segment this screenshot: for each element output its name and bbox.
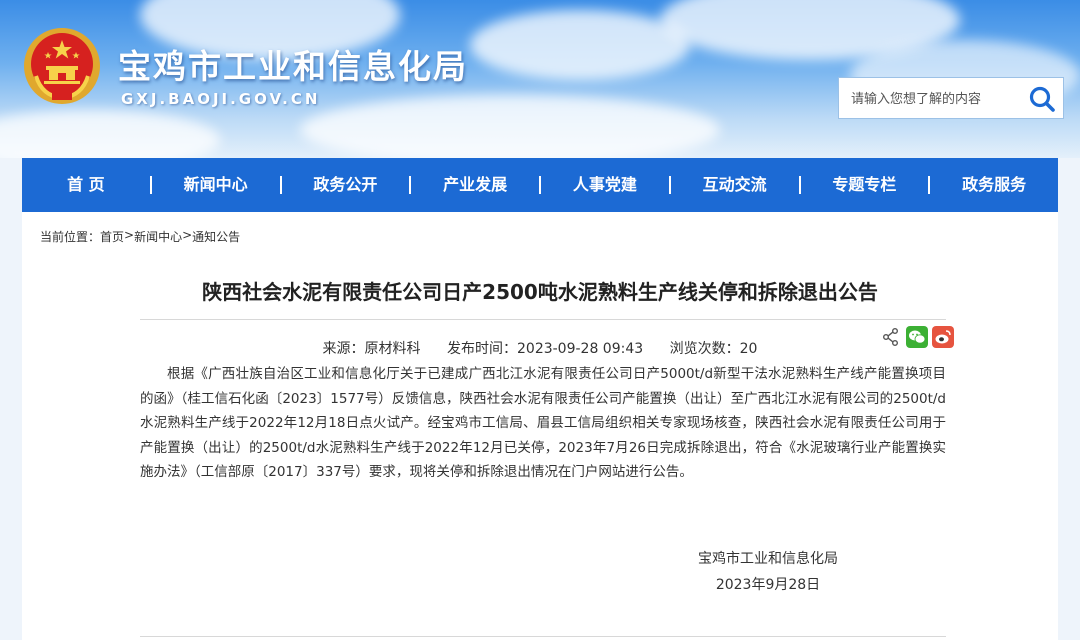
breadcrumb-separator: > (124, 228, 135, 242)
search-icon[interactable] (1027, 84, 1057, 114)
nav-item-interaction[interactable]: 互动交流 (671, 158, 799, 212)
breadcrumb-news[interactable]: 新闻中心 (134, 228, 182, 245)
share-icon[interactable] (880, 326, 902, 348)
breadcrumb: 当前位置： 首页 > 新闻中心 > 通知公告 (40, 228, 240, 245)
nav-item-party-building[interactable]: 人事党建 (541, 158, 669, 212)
article-publish-time: 发布时间：2023-09-28 09:43 (447, 341, 644, 357)
article-source: 来源：原材料科 (322, 341, 421, 357)
search-input[interactable] (851, 88, 1021, 110)
signature-date: 2023年9月28日 (715, 577, 821, 593)
bottom-divider (140, 636, 946, 637)
site-title[interactable]: 宝鸡市工业和信息化局 (118, 40, 468, 88)
cloud-decoration (0, 110, 220, 158)
cloud-decoration (470, 10, 690, 80)
nav-item-home[interactable]: 首 页 (22, 158, 150, 212)
cloud-decoration (300, 95, 720, 158)
weibo-icon[interactable] (932, 326, 954, 348)
breadcrumb-separator: > (182, 228, 193, 242)
search-box (838, 77, 1064, 119)
nav-item-news[interactable]: 新闻中心 (152, 158, 280, 212)
article-view-count: 浏览次数：20 (669, 341, 758, 357)
nav-item-industry[interactable]: 产业发展 (411, 158, 539, 212)
article-container: 当前位置： 首页 > 新闻中心 > 通知公告 陕西社会水泥有限责任公司日产250… (22, 212, 1058, 640)
main-nav: 首 页 新闻中心 政务公开 产业发展 人事党建 互动交流 专题专栏 政务服务 (22, 158, 1058, 212)
signature-organization: 宝鸡市工业和信息化局 (698, 551, 838, 567)
title-divider (140, 319, 946, 320)
article-title: 陕西社会水泥有限责任公司日产2500吨水泥熟料生产线关停和拆除退出公告 (202, 280, 878, 304)
nav-item-government-affairs[interactable]: 政务公开 (282, 158, 410, 212)
breadcrumb-home[interactable]: 首页 (100, 228, 124, 245)
site-domain: GXJ.BAOJI.GOV.CN (121, 90, 321, 108)
share-bar (876, 326, 954, 348)
national-emblem-icon (24, 28, 100, 104)
nav-item-special-topics[interactable]: 专题专栏 (801, 158, 929, 212)
header-banner: 宝鸡市工业和信息化局 GXJ.BAOJI.GOV.CN (0, 0, 1080, 158)
article-signature: 宝鸡市工业和信息化局 2023年9月28日 (698, 546, 838, 598)
nav-item-services[interactable]: 政务服务 (930, 158, 1058, 212)
breadcrumb-prefix: 当前位置： (40, 230, 101, 244)
breadcrumb-notices[interactable]: 通知公告 (192, 228, 240, 245)
wechat-icon[interactable] (906, 326, 928, 348)
article-body: 根据《广西壮族自治区工业和信息化厅关于已建成广西北江水泥有限责任公司日产5000… (140, 366, 946, 480)
